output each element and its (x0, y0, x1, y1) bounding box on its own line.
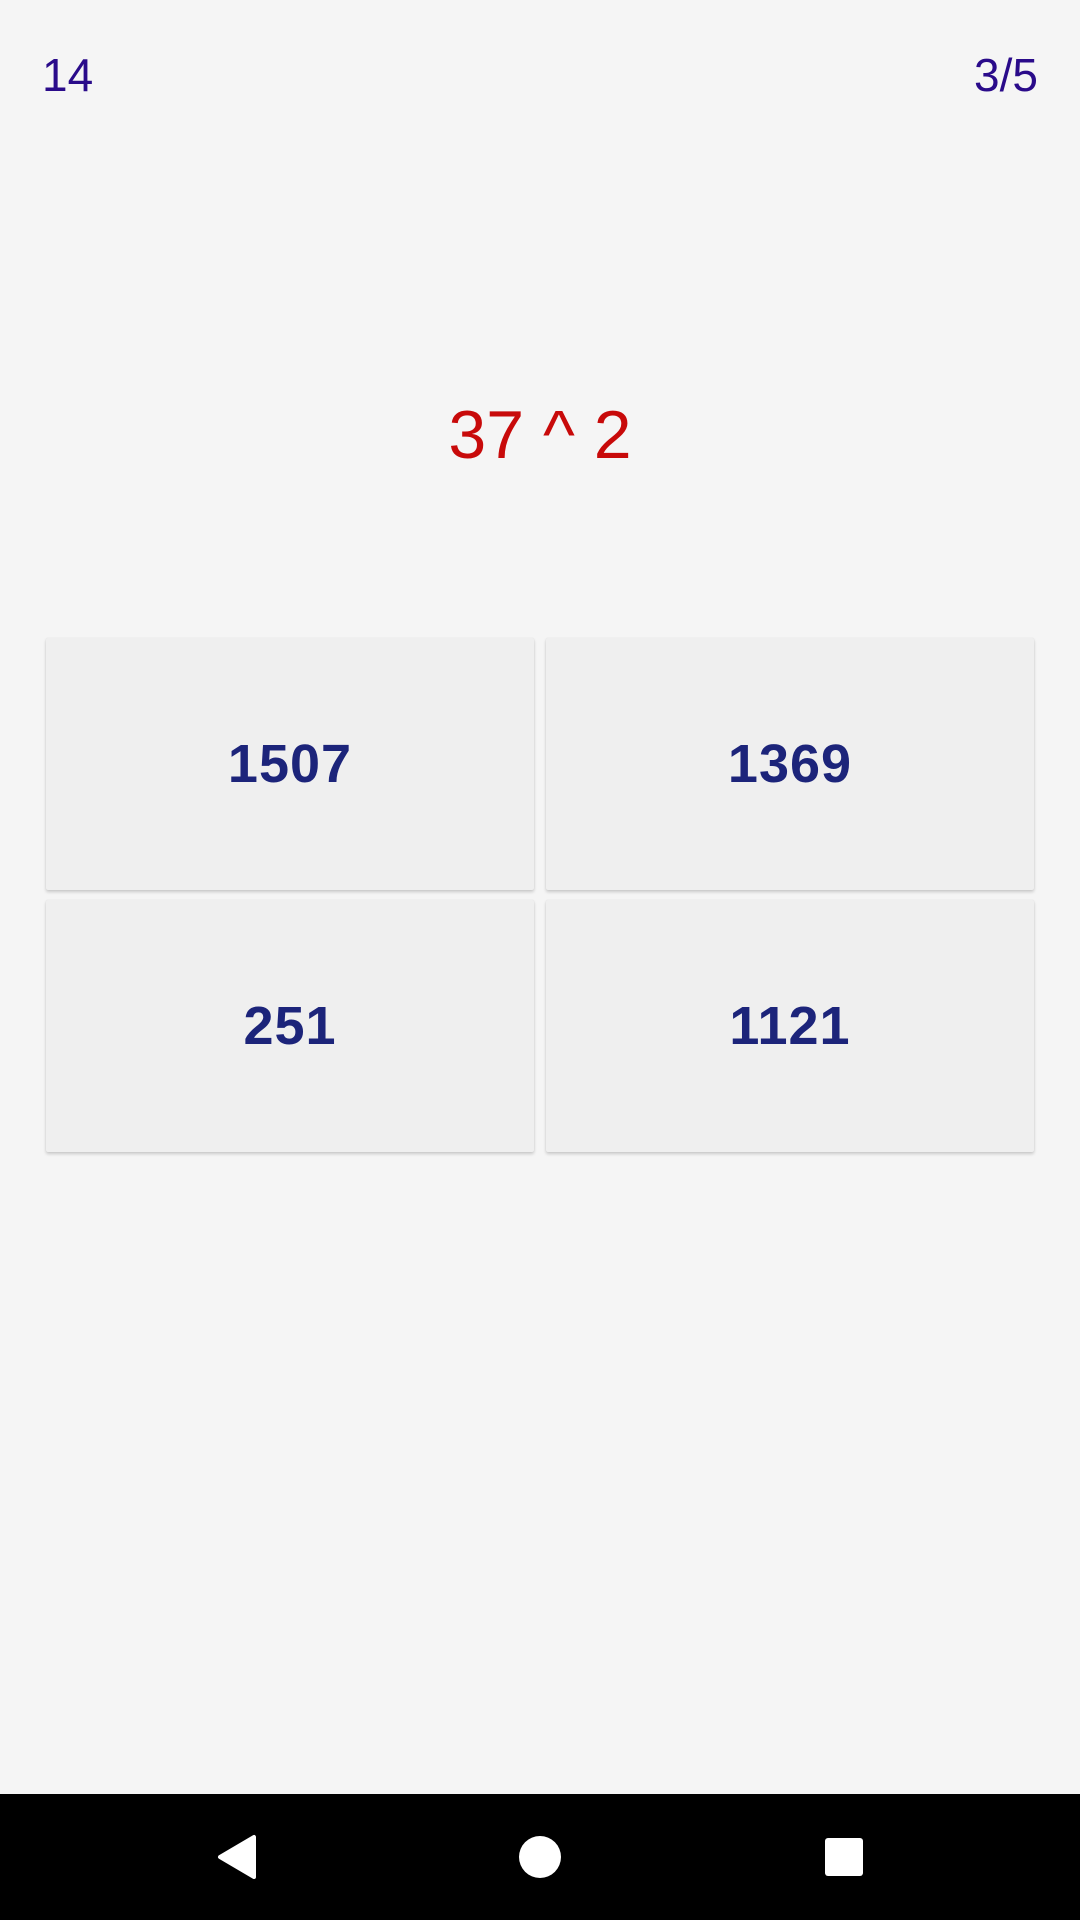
home-button[interactable] (480, 1794, 600, 1920)
answer-grid: 1507 1369 251 1121 (46, 638, 1034, 1152)
quiz-screen: 14 3/5 37 ^ 2 1507 1369 251 1121 (0, 0, 1080, 1920)
recents-square-icon (825, 1838, 863, 1876)
answer-button-1[interactable]: 1507 (46, 638, 534, 890)
answer-label: 1369 (727, 734, 853, 794)
system-navigation-bar (0, 1794, 1080, 1920)
question-progress: 3/5 (974, 49, 1038, 101)
back-button[interactable] (176, 1794, 296, 1920)
question-text: 37 ^ 2 (448, 397, 632, 473)
score-counter: 14 (42, 49, 94, 101)
answer-label: 251 (243, 996, 337, 1056)
answer-button-2[interactable]: 1369 (546, 638, 1034, 890)
back-triangle-icon (218, 1835, 256, 1879)
recents-button[interactable] (784, 1794, 904, 1920)
home-circle-icon (519, 1836, 561, 1878)
answer-label: 1121 (729, 996, 851, 1056)
answer-button-4[interactable]: 1121 (546, 900, 1034, 1152)
answer-label: 1507 (227, 734, 353, 794)
answer-button-3[interactable]: 251 (46, 900, 534, 1152)
